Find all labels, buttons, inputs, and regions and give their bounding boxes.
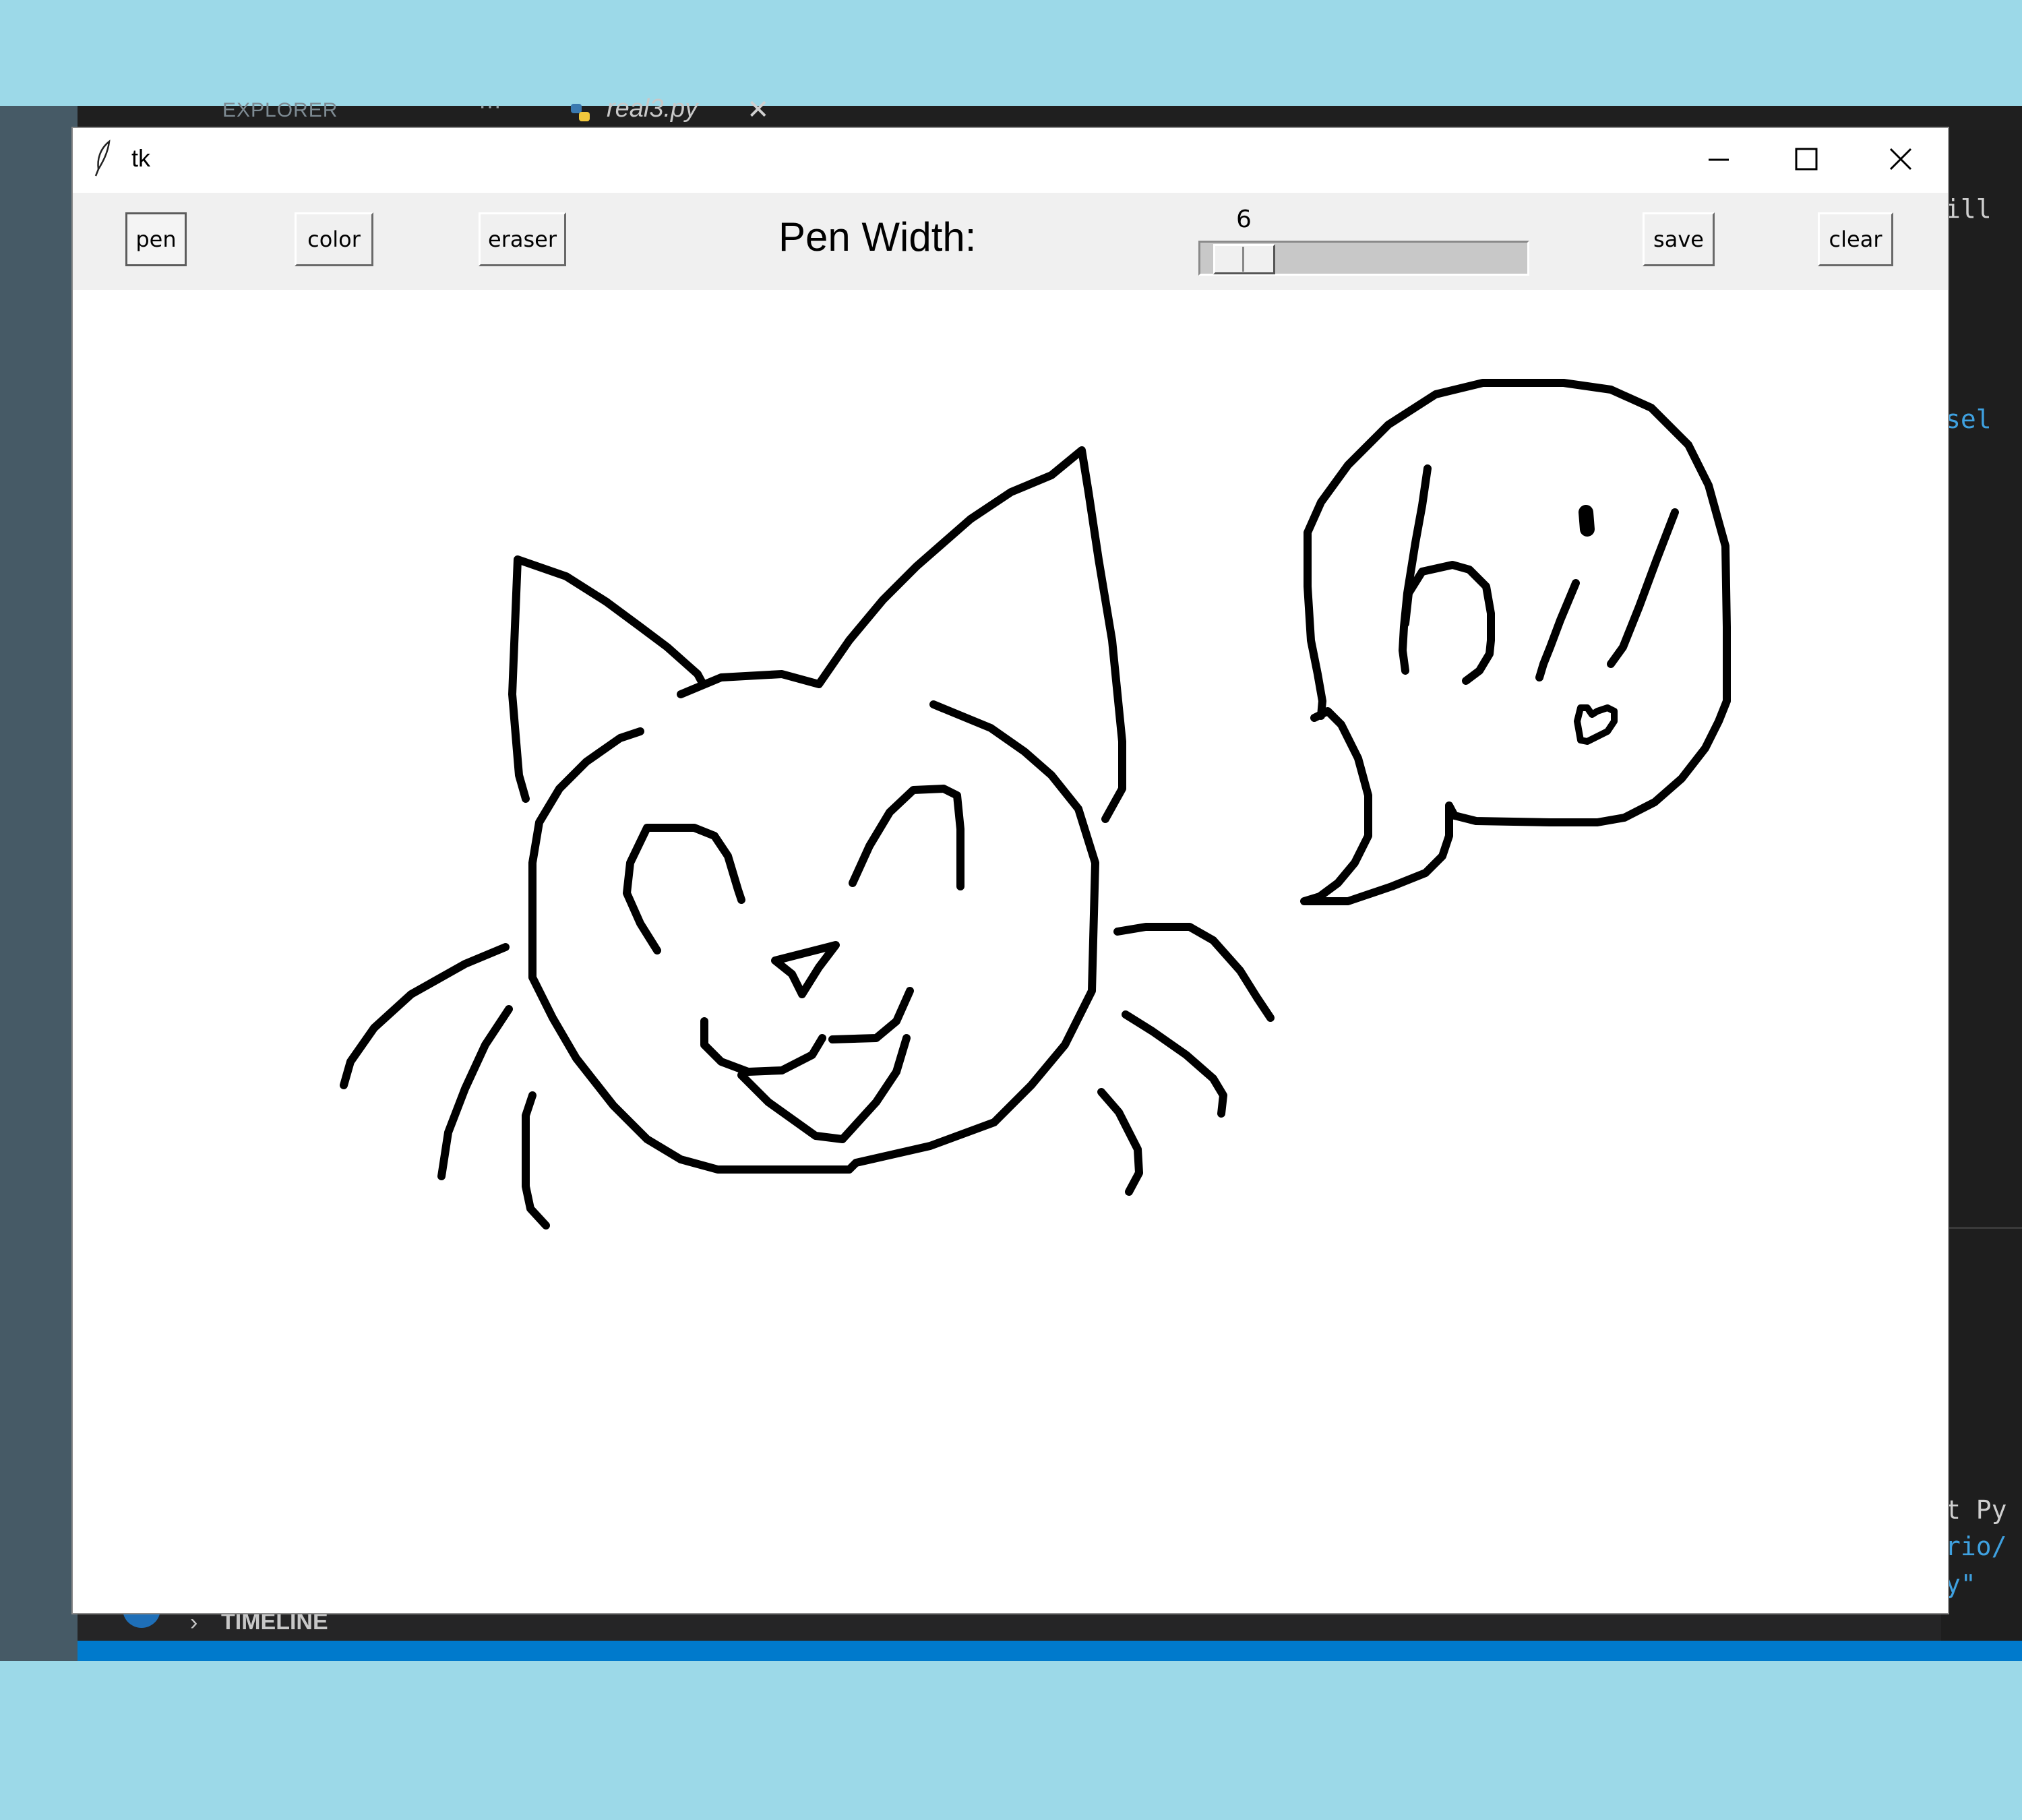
code-fragment: sel xyxy=(1945,404,1992,434)
more-actions-icon[interactable]: ··· xyxy=(479,93,501,119)
terminal-fragment: t Py xyxy=(1945,1495,2007,1525)
explorer-header: EXPLORER xyxy=(222,99,338,121)
editor-tab-label[interactable]: real3.py xyxy=(607,94,698,123)
editor-tab-bar xyxy=(78,106,2022,130)
eraser-button[interactable]: eraser xyxy=(479,212,566,266)
minimize-icon[interactable] xyxy=(1698,139,1739,179)
tab-close-icon[interactable]: ✕ xyxy=(747,94,770,125)
pen-width-label: Pen Width: xyxy=(778,214,977,260)
code-fragment: ill xyxy=(1945,194,1992,224)
activity-bar xyxy=(0,106,78,1661)
color-button[interactable]: color xyxy=(295,212,373,266)
chevron-right-icon[interactable]: › xyxy=(190,1610,197,1636)
terminal-fragment: rio/ xyxy=(1945,1531,2007,1561)
window-title: tk xyxy=(131,144,151,172)
close-icon[interactable] xyxy=(1880,139,1921,179)
maximize-icon[interactable] xyxy=(1786,139,1827,179)
title-bar[interactable] xyxy=(73,128,1948,193)
python-icon xyxy=(571,104,590,121)
slider-thumb[interactable] xyxy=(1213,244,1275,274)
clear-button[interactable]: clear xyxy=(1818,212,1893,266)
feather-icon xyxy=(94,140,111,177)
slider-thumb-grip xyxy=(1242,247,1244,272)
drawing-canvas[interactable] xyxy=(73,290,1948,1613)
terminal-fragment: y" xyxy=(1945,1569,1976,1599)
save-button[interactable]: save xyxy=(1643,212,1715,266)
panel-divider xyxy=(1941,1227,2022,1229)
code-editor xyxy=(1941,130,2022,1641)
pen-button[interactable]: pen xyxy=(125,212,187,266)
pen-width-value: 6 xyxy=(1236,206,1252,233)
status-bar xyxy=(78,1641,2022,1661)
